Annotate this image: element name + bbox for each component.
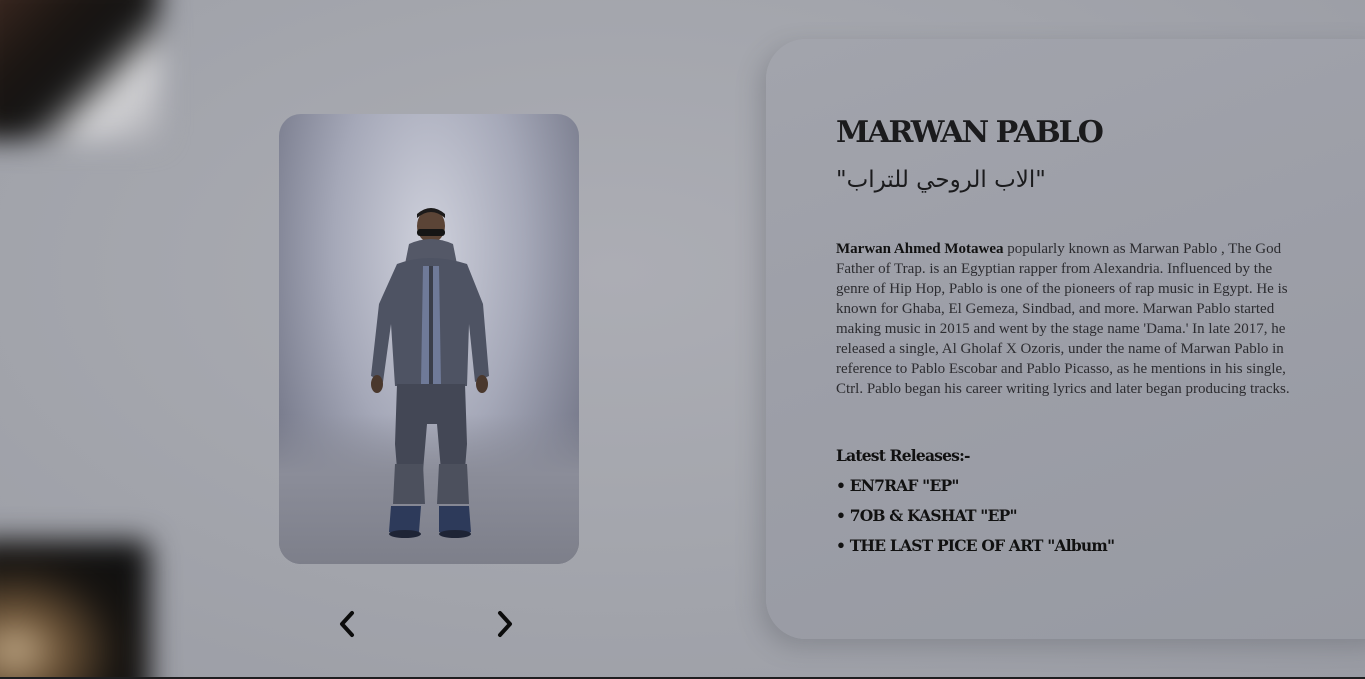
chevron-right-icon [498, 611, 512, 637]
artist-info-panel: MARWAN PABLO "الاب الروحي للتراب" Marwan… [766, 39, 1365, 639]
release-item: • THE LAST PICE OF ART "Album" [836, 536, 1115, 555]
artist-name: MARWAN PABLO [836, 115, 1104, 150]
artist-photo [279, 114, 579, 564]
bio-text: popularly known as Marwan Pablo , The Go… [836, 241, 1290, 397]
release-item: • EN7RAF "EP" [836, 476, 959, 495]
latest-releases: Latest Releases:- • EN7RAF "EP" • 7OB & … [836, 446, 1115, 566]
chevron-left-icon [340, 611, 354, 637]
artist-bio: Marwan Ahmed Motawea popularly known as … [836, 239, 1296, 399]
blurred-background-photo-top [0, 0, 160, 140]
bio-name: Marwan Ahmed Motawea [836, 241, 1004, 257]
carousel-prev-button[interactable] [327, 604, 367, 644]
releases-title: Latest Releases:- [836, 446, 970, 465]
artist-figure [371, 208, 489, 538]
artist-nickname: "الاب الروحي للتراب" [836, 167, 1046, 193]
blurred-background-photo-bottom [0, 540, 150, 679]
carousel-next-button[interactable] [485, 604, 525, 644]
release-item: • 7OB & KASHAT "EP" [836, 506, 1018, 525]
